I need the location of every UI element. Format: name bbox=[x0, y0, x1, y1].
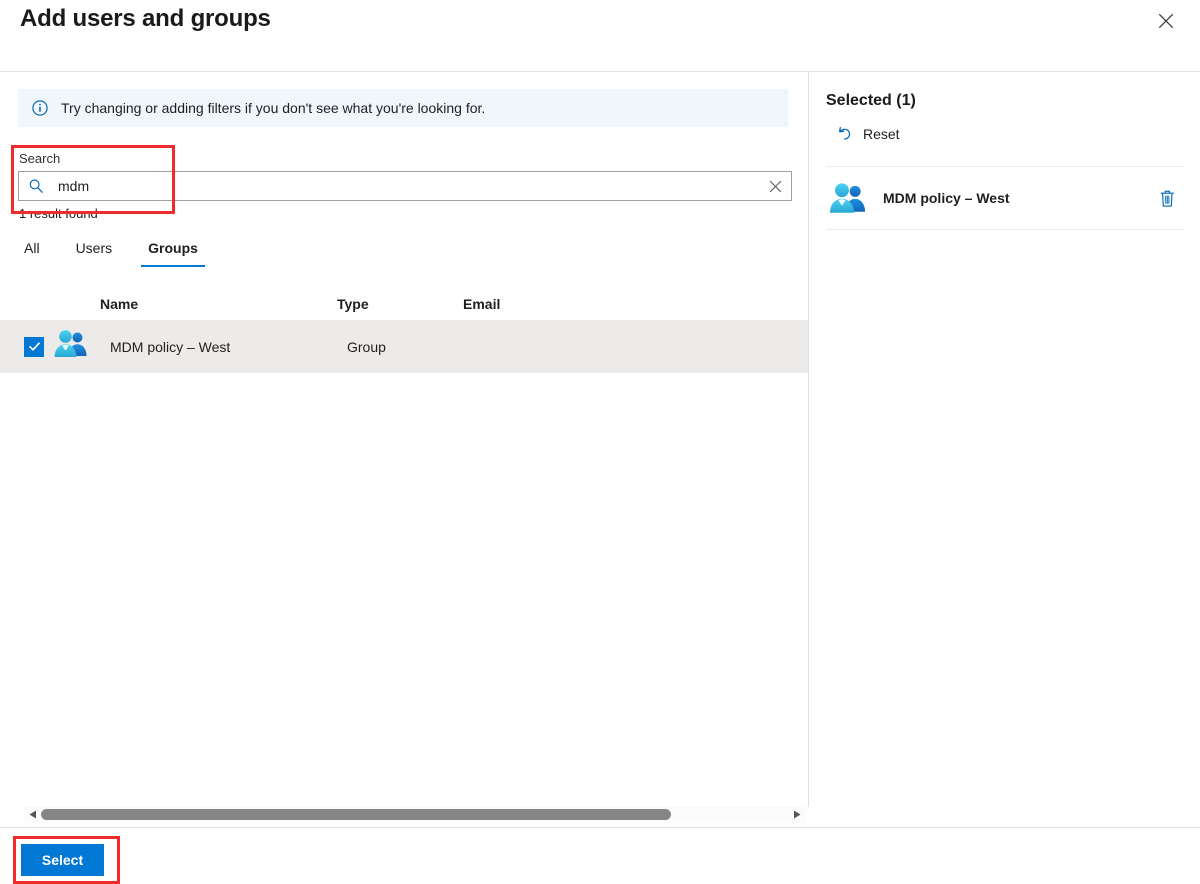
chevron-left-icon[interactable] bbox=[24, 806, 41, 823]
scrollbar-track[interactable] bbox=[41, 806, 788, 823]
selected-items-list: MDM policy – West bbox=[826, 166, 1184, 230]
table-header-row: Name Type Email bbox=[0, 287, 808, 320]
column-header-name: Name bbox=[100, 295, 139, 312]
search-field[interactable]: mdm bbox=[18, 171, 792, 201]
info-message-bar: Try changing or adding filters if you do… bbox=[18, 89, 788, 127]
selected-panel: Selected (1) Reset MDM policy – West bbox=[809, 72, 1200, 807]
footer-divider bbox=[0, 827, 1200, 828]
column-header-email: Email bbox=[463, 295, 501, 312]
column-header-type: Type bbox=[337, 295, 369, 312]
info-message-text: Try changing or adding filters if you do… bbox=[61, 100, 486, 116]
tab-users[interactable]: Users bbox=[67, 233, 122, 267]
tab-groups[interactable]: Groups bbox=[139, 233, 207, 267]
search-input[interactable]: mdm bbox=[58, 176, 761, 196]
search-icon bbox=[28, 178, 44, 194]
clear-icon[interactable] bbox=[761, 172, 789, 200]
reset-label: Reset bbox=[863, 126, 900, 142]
page-title: Add users and groups bbox=[20, 5, 271, 32]
row-name: MDM policy – West bbox=[110, 338, 231, 355]
undo-arrow-icon bbox=[836, 126, 853, 143]
tab-all[interactable]: All bbox=[15, 233, 49, 267]
table-row[interactable]: MDM policy – West Group bbox=[0, 320, 808, 373]
select-button[interactable]: Select bbox=[21, 844, 104, 876]
trash-icon[interactable] bbox=[1150, 189, 1184, 208]
row-icon-cell bbox=[44, 329, 110, 364]
selected-item-divider-bottom bbox=[826, 229, 1184, 230]
search-label: Search bbox=[19, 151, 61, 166]
close-button[interactable] bbox=[1150, 5, 1182, 37]
search-result-count: 1 result found bbox=[19, 206, 98, 221]
horizontal-scrollbar[interactable] bbox=[24, 806, 805, 823]
row-checkbox[interactable] bbox=[24, 336, 44, 357]
dialog-header: Add users and groups bbox=[0, 0, 1200, 71]
selected-title: Selected (1) bbox=[826, 92, 916, 109]
results-table: Name Type Email MDM policy – West Group bbox=[0, 287, 808, 373]
scrollbar-thumb[interactable] bbox=[41, 809, 671, 820]
info-circle-icon bbox=[32, 100, 48, 116]
browse-panel: Try changing or adding filters if you do… bbox=[0, 72, 808, 807]
search-section: Search mdm 1 result found bbox=[18, 150, 792, 223]
close-icon bbox=[1158, 13, 1174, 29]
group-people-icon bbox=[54, 329, 88, 364]
reset-button[interactable]: Reset bbox=[836, 121, 900, 147]
chevron-right-icon[interactable] bbox=[788, 806, 805, 823]
selected-list-item[interactable]: MDM policy – West bbox=[826, 167, 1184, 229]
selected-item-name: MDM policy – West bbox=[883, 190, 1010, 206]
row-checkbox-cell bbox=[0, 336, 44, 357]
row-type: Group bbox=[347, 338, 386, 355]
filter-tabs: All Users Groups bbox=[15, 233, 207, 267]
group-people-icon bbox=[826, 182, 879, 215]
